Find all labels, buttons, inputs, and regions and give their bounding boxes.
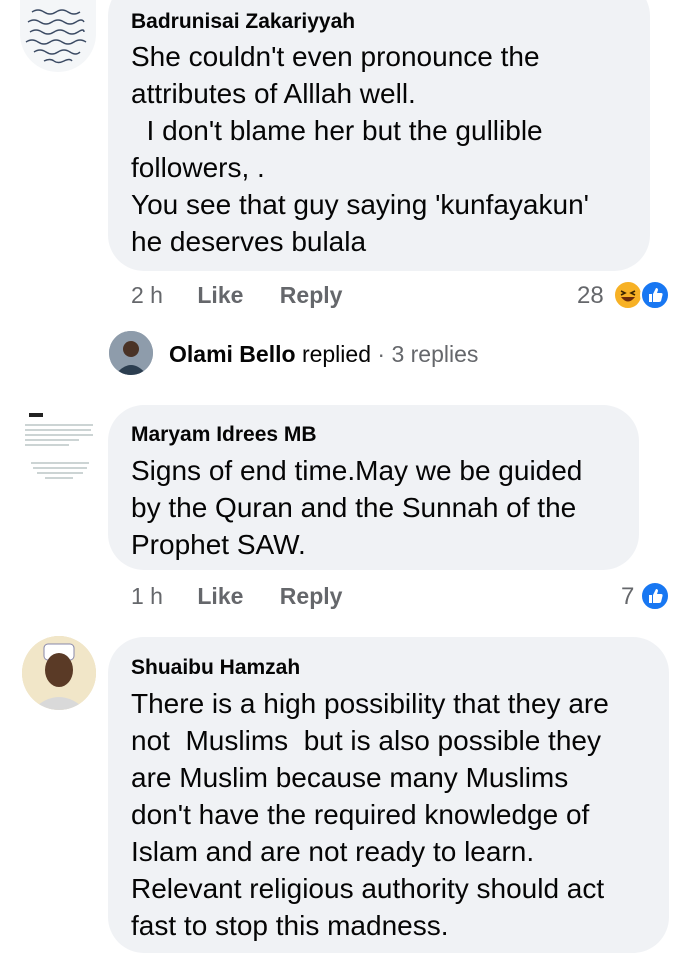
like-icon	[640, 581, 670, 611]
person-avatar-image	[109, 331, 153, 375]
comment-line: by the Quran and the Sunnah of the	[131, 492, 577, 523]
replied-label: replied	[301, 341, 371, 367]
avatar[interactable]	[109, 331, 153, 375]
avatar[interactable]	[20, 0, 96, 72]
replier-name[interactable]: Olami Bello	[169, 341, 296, 367]
like-icon	[640, 280, 670, 310]
comment-text: Signs of end time.May we be guided by th…	[131, 452, 582, 563]
comment-line: don't have the required knowledge of	[131, 799, 590, 830]
comment-line: Signs of end time.May we be guided	[131, 455, 583, 486]
comment-line: he deserves bulala	[131, 226, 367, 257]
comment-line: are Muslim because many Muslims	[131, 762, 569, 793]
comment-author[interactable]: Badrunisai Zakariyyah	[131, 10, 355, 34]
comment-line: followers, .	[131, 152, 265, 183]
comment-text: She couldn't even pronounce the attribut…	[131, 38, 589, 260]
replies-count[interactable]: 3 replies	[391, 341, 478, 367]
comment-line: She couldn't even pronounce the	[131, 41, 540, 72]
like-button[interactable]: Like	[197, 583, 243, 609]
comment-line: fast to stop this madness.	[131, 910, 449, 941]
comment-line: You see that guy saying 'kunfayakun'	[131, 189, 589, 220]
comment-actions: 2 h Like Reply	[131, 282, 342, 309]
comment-line: Islam and are not ready to learn.	[131, 836, 535, 867]
reply-button[interactable]: Reply	[280, 282, 343, 308]
comment-line: Relevant religious authority should act	[131, 873, 605, 904]
comment-author[interactable]: Shuaibu Hamzah	[131, 656, 300, 680]
avatar[interactable]	[22, 636, 96, 710]
comment-line: Prophet SAW.	[131, 529, 306, 560]
separator: ·	[377, 341, 386, 367]
text-image-avatar	[25, 413, 93, 479]
reaction-count[interactable]: 7	[621, 583, 634, 611]
comment-line: not Muslims but is also possible they	[131, 725, 601, 756]
comment-text: There is a high possibility that they ar…	[131, 685, 609, 944]
person-avatar-image	[22, 636, 96, 710]
reaction-count[interactable]: 28	[577, 282, 604, 310]
like-button[interactable]: Like	[197, 282, 243, 308]
comment-author[interactable]: Maryam Idrees MB	[131, 423, 317, 447]
calligraphy-avatar-image	[25, 9, 87, 64]
comment-timestamp[interactable]: 1 h	[131, 583, 163, 609]
haha-icon	[613, 280, 643, 310]
comment-line: I don't blame her but the gullible	[131, 115, 543, 146]
view-replies-link[interactable]: Olami Bello replied · 3 replies	[169, 341, 478, 368]
comment-line: attributes of Alllah well.	[131, 78, 416, 109]
comment-line: There is a high possibility that they ar…	[131, 688, 609, 719]
comment-timestamp[interactable]: 2 h	[131, 282, 163, 308]
comment-actions: 1 h Like Reply	[131, 583, 342, 610]
avatar[interactable]	[19, 405, 99, 485]
reply-button[interactable]: Reply	[280, 583, 343, 609]
